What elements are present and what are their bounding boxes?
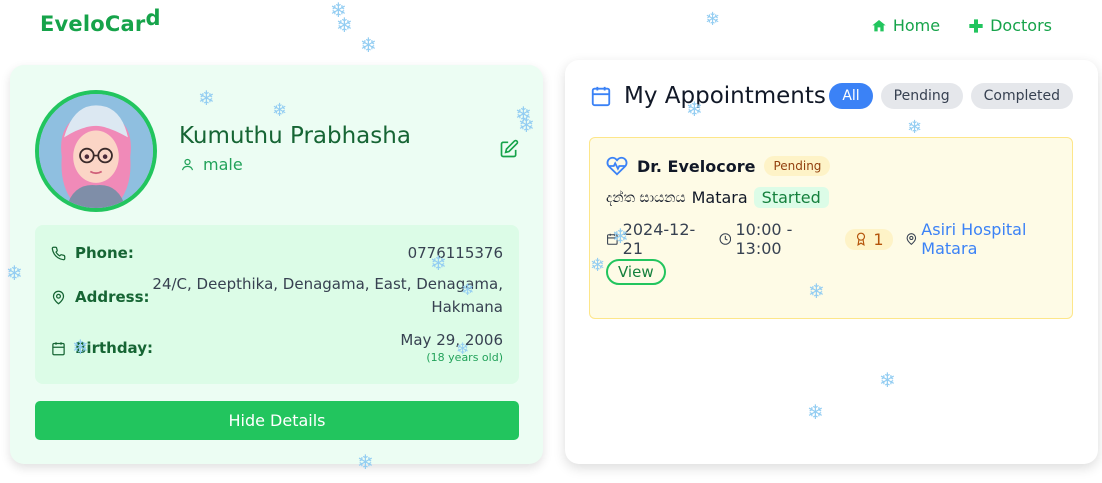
session-state-badge: Started	[753, 187, 829, 208]
birthday-label: Birthday:	[75, 339, 153, 357]
home-icon	[872, 19, 886, 31]
nav-doctors-label: Doctors	[990, 16, 1052, 35]
heart-pulse-icon	[606, 156, 628, 176]
avatar	[35, 90, 157, 212]
snowflake-icon: ❄	[360, 33, 377, 57]
queue-badge: 1	[845, 228, 893, 250]
top-nav: Home Doctors	[871, 16, 1052, 35]
snowflake-icon: ❄	[336, 13, 353, 37]
address-label: Address:	[75, 288, 150, 306]
phone-label: Phone:	[75, 244, 134, 262]
doctor-name: Dr. Evelocore	[637, 156, 756, 176]
filter-pending[interactable]: Pending	[880, 83, 963, 109]
brand-logo[interactable]: EveloCard	[40, 6, 161, 36]
hospital-link[interactable]: Asiri Hospital Matara	[921, 220, 1072, 258]
phone-row: Phone: 0776115376	[51, 244, 503, 266]
age-text: (18 years old)	[426, 351, 503, 364]
profile-details: Phone: 0776115376 Address: 24/C, Deepthi…	[35, 225, 519, 384]
appointments-header: My Appointments	[590, 83, 826, 109]
profile-name: Kumuthu Prabhasha	[179, 123, 411, 149]
hide-details-button[interactable]: Hide Details	[35, 401, 519, 440]
award-icon	[857, 232, 866, 246]
birthday-value: May 29, 2006 (18 years old)	[400, 329, 503, 364]
snowflake-icon: ❄	[705, 9, 721, 30]
edit-profile-button[interactable]	[498, 138, 520, 160]
queue-number: 1	[873, 229, 884, 249]
appointments-title: My Appointments	[624, 83, 826, 109]
phone-value: 0776115376	[407, 244, 503, 262]
brand-name: EveloCar	[40, 12, 146, 36]
nav-home-label: Home	[892, 16, 941, 35]
avatar-illustration	[39, 94, 153, 208]
brand-name-suffix: d	[145, 6, 161, 30]
filter-completed[interactable]: Completed	[970, 83, 1073, 109]
address-line-2: Hakmana	[431, 298, 503, 316]
map-pin-icon	[906, 233, 916, 245]
birthday-row: Birthday: May 29, 2006 (18 years old)	[51, 329, 503, 369]
doctor-line: Dr. Evelocore Pending	[606, 155, 831, 177]
nav-home[interactable]: Home	[871, 16, 940, 35]
phone-icon	[51, 246, 66, 260]
specialty-text: දන්ත සායනය	[606, 189, 686, 206]
filter-all[interactable]: All	[829, 83, 873, 109]
date-item: 2024-12-21	[606, 220, 707, 258]
specialty-line: දන්ත සායනය Matara Started	[606, 187, 829, 208]
profile-gender-label: male	[203, 155, 243, 174]
calendar-icon	[591, 86, 611, 107]
edit-icon	[500, 139, 519, 158]
calendar-icon	[607, 233, 618, 245]
map-pin-icon	[52, 290, 65, 305]
birthday-date: May 29, 2006	[400, 331, 503, 349]
address-line-1: 24/C, Deepthika, Denagama, East, Denagam…	[152, 275, 503, 293]
appointment-date: 2024-12-21	[622, 220, 696, 258]
appointment-info: 2024-12-21 10:00 - 13:00 1 Asiri Hospita…	[606, 220, 1072, 258]
clock-icon	[719, 233, 731, 245]
profile-gender: male	[180, 155, 243, 174]
user-icon	[181, 158, 194, 171]
calendar-icon	[52, 341, 65, 355]
location-city: Matara	[691, 188, 748, 207]
appointment-item: Dr. Evelocore Pending දන්ත සායනය Matara …	[589, 137, 1073, 319]
appointment-filters: All Pending Completed	[829, 83, 1073, 109]
hospital-item[interactable]: Asiri Hospital Matara	[905, 220, 1072, 258]
plus-icon	[969, 18, 983, 33]
address-row: Address: 24/C, Deepthika, Denagama, East…	[51, 273, 503, 323]
nav-doctors[interactable]: Doctors	[968, 16, 1052, 35]
view-appointment-button[interactable]: View	[606, 259, 666, 285]
status-badge: Pending	[764, 156, 831, 176]
address-value: 24/C, Deepthika, Denagama, East, Denagam…	[152, 273, 503, 319]
snowflake-icon: ❄	[330, 0, 347, 22]
time-item: 10:00 - 13:00	[719, 220, 834, 258]
appointments-card: My Appointments All Pending Completed Dr…	[565, 60, 1098, 464]
profile-card: Kumuthu Prabhasha male Phone: 0776115376…	[10, 65, 543, 464]
appointment-time: 10:00 - 13:00	[735, 220, 793, 258]
